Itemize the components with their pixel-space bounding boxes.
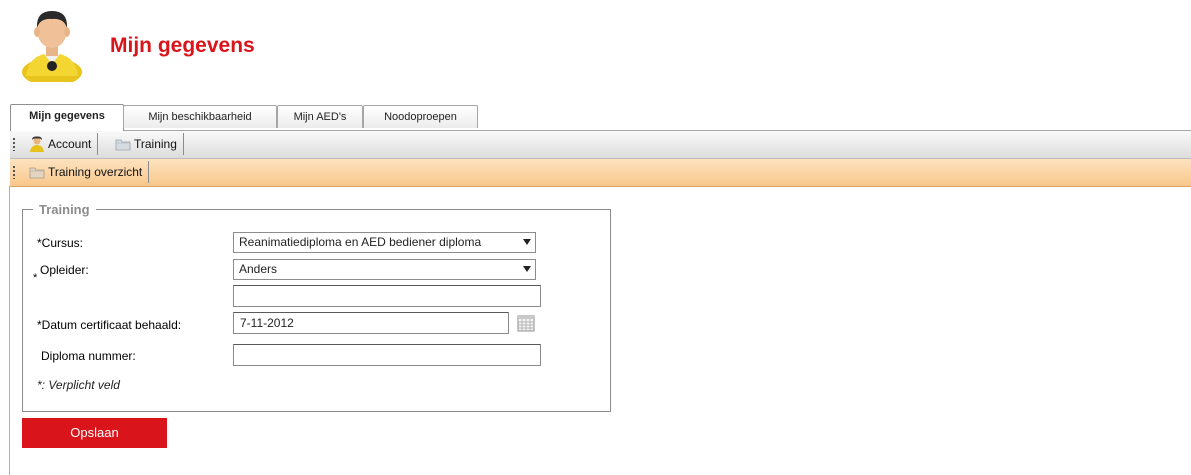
datum-label: *Datum certificaat behaald: [37,318,182,332]
opleider-value: Anders [239,262,278,276]
sub-toolbar: Training overzicht [10,159,1191,187]
user-avatar-icon [20,6,84,86]
tab-mijn-gegevens[interactable]: Mijn gegevens [10,104,124,131]
page-title: Mijn gegevens [110,34,255,57]
account-label: Account [48,137,92,151]
opleider-label: Opleider: [40,263,89,277]
cursus-select[interactable]: Reanimatiediploma en AED bediener diplom… [233,232,536,253]
opleider-required-star: * [33,272,38,284]
folder-icon [115,139,131,151]
chevron-down-icon [523,239,531,245]
training-button[interactable]: Training [111,133,184,155]
toolbar-grip[interactable] [13,166,15,179]
folder-icon [29,167,45,179]
cursus-label: *Cursus: [37,236,84,250]
content-divider [9,186,10,475]
training-overzicht-button[interactable]: Training overzicht [25,161,150,183]
cursus-value: Reanimatiediploma en AED bediener diplom… [239,235,482,249]
opleider-select[interactable]: Anders [233,259,536,280]
tab-mijn-beschikbaarheid[interactable]: Mijn beschikbaarheid [123,105,277,128]
account-button[interactable]: Account [25,133,99,155]
required-note: *: Verplicht veld [37,378,120,392]
training-legend: Training [39,202,90,217]
calendar-icon[interactable] [517,314,535,332]
user-icon [30,136,44,152]
diploma-label: Diploma nummer: [41,349,136,363]
tab-noodoproepen[interactable]: Noodoproepen [363,105,478,128]
datum-field[interactable] [233,312,509,334]
page-header: Mijn gegevens [0,0,1191,90]
opleider-other-field[interactable] [233,285,541,307]
toolbar-grip[interactable] [13,138,15,151]
save-button[interactable]: Opslaan [22,418,167,448]
chevron-down-icon [523,266,531,272]
training-overzicht-label: Training overzicht [48,165,143,179]
diploma-field[interactable] [233,344,541,366]
training-label: Training [134,137,177,151]
tab-mijn-aeds[interactable]: Mijn AED's [277,105,363,128]
tab-bar: Mijn gegevens Mijn beschikbaarheid Mijn … [10,104,1191,131]
main-toolbar: Account Training [10,131,1191,159]
